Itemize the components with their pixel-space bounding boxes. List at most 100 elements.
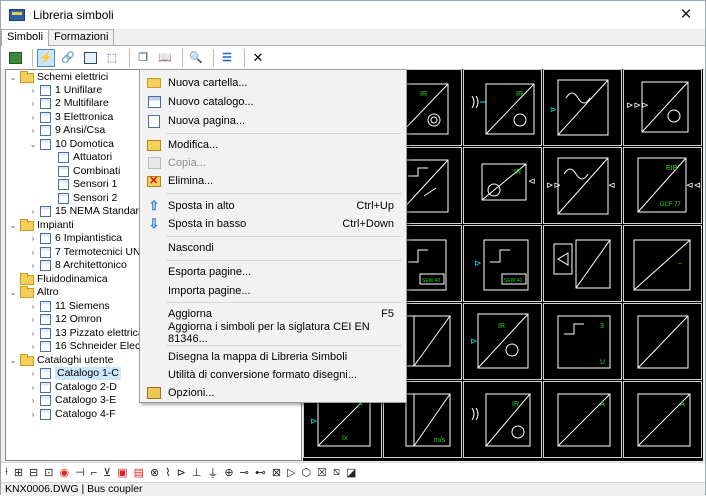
options-icon [147,387,161,399]
tree-catalog-selected[interactable]: › Catalogo 1-C [28,367,121,380]
toolbar-separator [182,48,183,67]
menu-item-draw-map[interactable]: Disegna la mappa di Libreria Simboli [142,347,404,367]
tree-page[interactable]: Sensori 1 [58,178,117,191]
book-icon[interactable]: 📖 [156,49,174,67]
tree-page[interactable]: Sensori 2 [58,192,117,205]
tree-catalog[interactable]: › 11 Siemens [28,300,110,313]
ground-symbol-icon[interactable]: ⏚ [207,465,218,481]
symbol-label: Ix [342,435,348,442]
link-icon[interactable]: 🔗 [59,49,77,67]
breaker-symbol-icon[interactable]: ⊻ [103,466,111,479]
tree-page[interactable]: Combinati [58,165,120,178]
relay-symbol-icon[interactable]: ▣ [117,466,127,479]
menu-item-new-page[interactable]: Nuova pagina... [142,111,404,131]
tree-folder[interactable]: ⌄ Altro [8,285,59,299]
page-view-icon[interactable] [81,49,99,67]
copy-icon[interactable]: ❐ [134,49,152,67]
tab-formazioni[interactable]: Formazioni [48,29,115,45]
tree-catalog[interactable]: › 9 Ansi/Csa [28,124,105,137]
symbol-cell[interactable]: EIB DCF 77 ⊲⊲ [623,147,702,224]
cross-box-symbol-icon[interactable]: ☒ [317,466,327,479]
lamp-symbol-icon[interactable]: ⊗ [150,466,159,479]
tree-catalog[interactable]: › 15 NEMA Standards [28,205,150,218]
flag-symbol-icon[interactable]: ▷ [287,466,295,479]
symbol-cell[interactable] [623,303,702,380]
tree-catalog[interactable]: › 12 Omron [28,313,102,326]
tree-catalog[interactable]: › 8 Architettonico [28,259,127,272]
motor-symbol-icon[interactable]: ◉ [59,466,69,479]
symbol-cell[interactable]: IR ⊲ [463,147,542,224]
menu-item-import-pages[interactable]: Importa pagine... [142,281,404,301]
symbol-cell[interactable]: ⊳⊳ ⊲ [543,147,622,224]
menu-item-new-folder[interactable]: Nuova cartella... [142,73,404,93]
tree-catalog[interactable]: › Catalogo 2-D [28,381,117,394]
symbol-cell[interactable]: SEW 40 ⊳ [463,225,542,302]
symbol-cell[interactable]: ~ [623,225,702,302]
menu-item-move-up[interactable]: ⇧ Sposta in alto Ctrl+Up [142,196,404,216]
tree-catalog[interactable]: › 1 Unifilare [28,84,102,97]
resistor-symbol-icon[interactable]: ⌇ [165,466,170,479]
symbol-cell[interactable]: ⊳ [543,69,622,146]
diode-symbol-icon[interactable]: ⊳ [177,466,186,479]
tree-catalog[interactable]: › 2 Multifilare [28,97,109,110]
contact-symbol-icon[interactable]: ⊟ [29,466,38,479]
transformer-symbol-icon[interactable]: ⊕ [224,466,233,479]
symbol-cell[interactable]: IR [463,69,542,146]
close-icon[interactable]: ✕ [249,49,267,67]
menu-item-conversion-utility[interactable]: Utilità di conversione formato disegni..… [142,365,404,385]
symbol-cell[interactable]: IR [463,381,542,458]
menu-item-hide[interactable]: Nascondi [142,238,404,258]
menu-item-options[interactable]: Opzioni... [142,383,404,403]
tree-catalog[interactable]: › 16 Schneider Electr [28,340,147,353]
tree-catalog[interactable]: › Catalogo 3-E [28,394,116,407]
diagonal-box-symbol-icon[interactable]: ◪ [346,466,356,479]
tree-folder[interactable]: ⌄ Impianti [8,218,74,232]
terminal-symbol-icon[interactable]: ⊣ [75,466,85,479]
tree-folder[interactable]: ⌄ Cataloghi utente [8,353,113,367]
library-icon[interactable] [6,49,24,67]
menu-item-export-pages[interactable]: Esporta pagine... [142,262,404,282]
meter-symbol-icon[interactable]: ▤ [134,466,144,479]
switch-symbol-icon[interactable]: ⟊ [5,466,8,479]
menu-item-edit[interactable]: Modifica... [142,135,404,155]
tree-catalog[interactable]: › 6 Impiantistica [28,232,122,245]
panel-symbol-icon[interactable]: ⊠ [272,466,281,479]
tree-catalog[interactable]: › 7 Termotecnici UNI [28,246,144,259]
tree-catalog[interactable]: › Catalogo 4-F [28,408,116,421]
catalog-icon [40,314,51,325]
menu-item-new-catalog[interactable]: Nuovo catalogo... [142,92,404,112]
symbol-cell[interactable]: A [543,381,622,458]
capacitor-symbol-icon[interactable]: ⊥ [192,466,202,479]
analog-input-symbol: A [557,393,611,447]
page-icon [148,114,160,128]
tab-simboli[interactable]: Simboli [1,29,50,46]
search-icon[interactable]: 🔍 [187,49,205,67]
tree-page[interactable]: Attuatori [58,151,112,164]
symbol-cell[interactable]: 3 U [543,303,622,380]
fuse-symbol-icon[interactable]: ⊞ [14,466,23,479]
network-symbol-icon[interactable]: ⬡ [302,466,312,479]
tree-catalog[interactable]: ⌄ 10 Domotica [28,138,114,151]
close-button[interactable]: ✕ [675,5,697,25]
tree-catalog[interactable]: › 3 Elettronica [28,111,113,124]
cable-symbol-icon[interactable]: ⊸ [240,466,249,479]
plug-symbol-icon[interactable]: ⌐ [91,467,97,479]
symbol-cell[interactable]: IR ⊳ [463,303,542,380]
tree-folder[interactable]: ⌄ Schemi elettrici [8,70,108,84]
symbol-cell[interactable]: A [623,381,702,458]
menu-item-delete[interactable]: Elimina... [142,171,404,191]
menu-item-update-symbols[interactable]: Aggiorna i simboli per la siglatura CEI … [142,321,404,345]
menu-item-copy[interactable]: Copia... [142,153,404,173]
symbol-cell[interactable]: ⊳⊳⊳ [623,69,702,146]
coil-symbol-icon[interactable]: ⊡ [44,466,53,479]
list-icon[interactable]: ☰ [218,49,236,67]
menu-item-move-down[interactable]: ⇩ Sposta in basso Ctrl+Down [142,214,404,234]
symbol-cell[interactable] [543,225,622,302]
bus-symbol-icon[interactable]: ⊷ [255,466,266,479]
frame-icon[interactable]: ⬚ [103,49,121,67]
tree-catalog[interactable]: › 13 Pizzato elettrica [28,327,144,340]
tree-folder[interactable]: Fluidodinamica [8,272,108,286]
window-title: Libreria simboli [33,8,114,22]
symbol-tool-icon[interactable]: ⚡ [37,48,55,67]
arrow-box-symbol-icon[interactable]: ⧅ [333,466,340,479]
